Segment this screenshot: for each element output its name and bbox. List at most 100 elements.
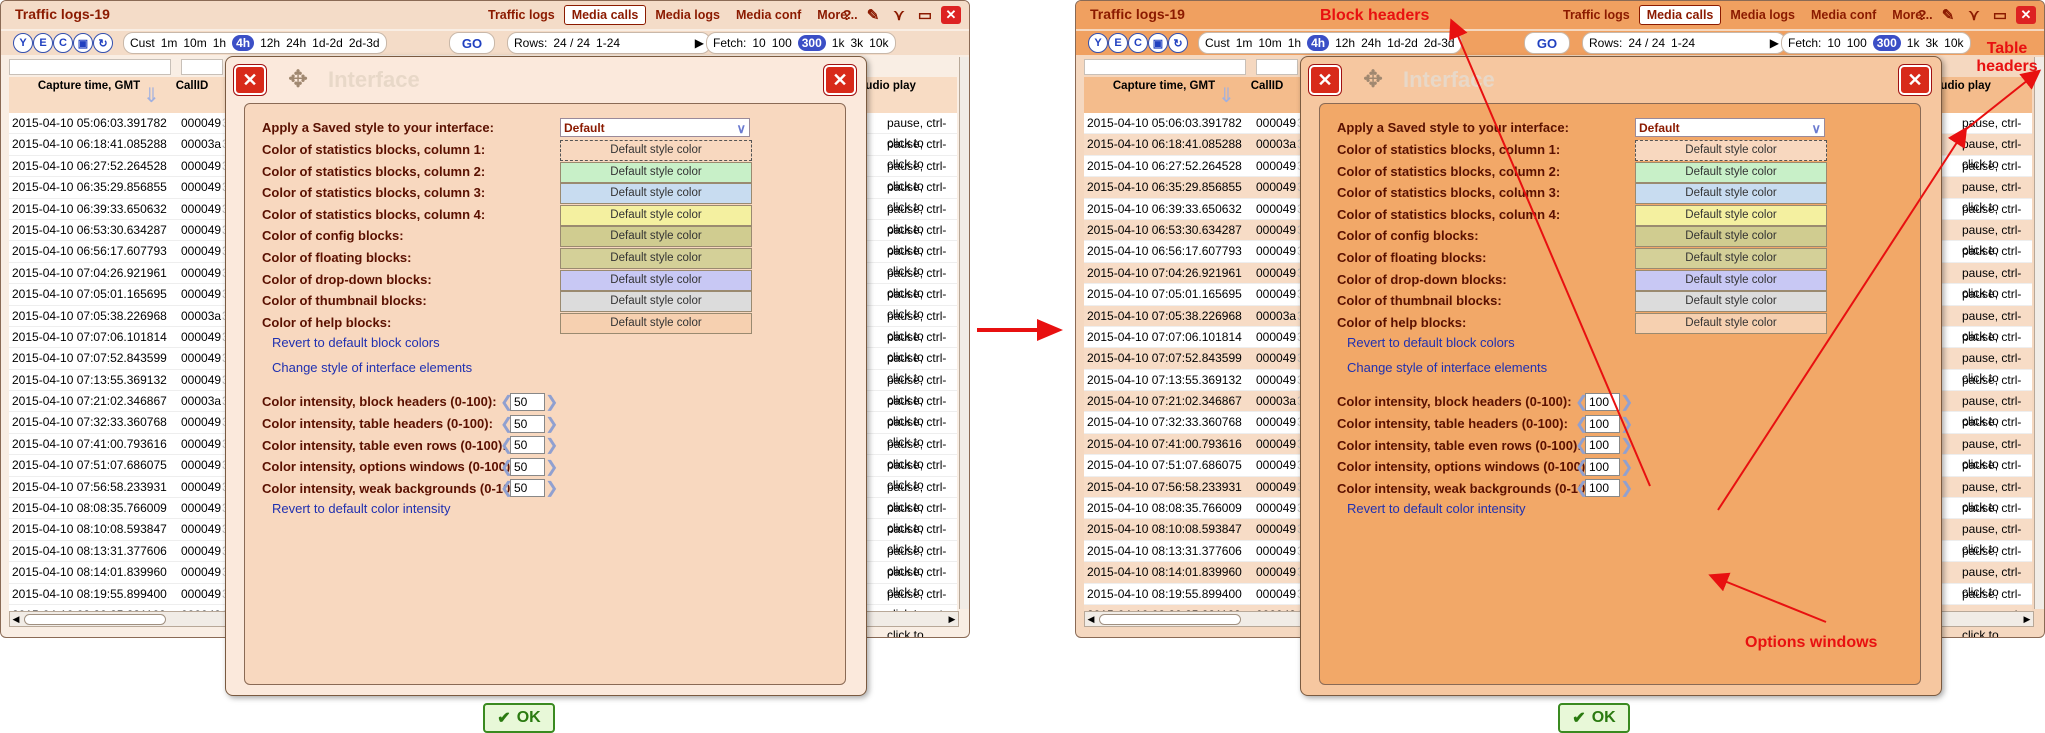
go-button[interactable]: GO bbox=[1524, 32, 1570, 54]
go-button[interactable]: GO bbox=[449, 32, 495, 54]
range-Cust[interactable]: Cust bbox=[130, 36, 155, 50]
revert-block-colors-link[interactable]: Revert to default block colors bbox=[1347, 335, 1515, 350]
tab-media-calls[interactable]: Media calls bbox=[563, 5, 647, 25]
edit-icon[interactable]: ✎ bbox=[863, 6, 883, 24]
intensity-value[interactable]: 50 bbox=[510, 479, 545, 498]
intensity-value[interactable]: 100 bbox=[1585, 457, 1620, 476]
range-1m[interactable]: 1m bbox=[161, 36, 178, 50]
decrement-icon[interactable]: ❮ bbox=[1575, 478, 1588, 498]
decrement-icon[interactable]: ❮ bbox=[500, 414, 513, 434]
color-swatch[interactable]: Default style color bbox=[560, 248, 752, 269]
tab-traffic-logs[interactable]: Traffic logs bbox=[481, 6, 562, 24]
intensity-value[interactable]: 100 bbox=[1585, 392, 1620, 411]
save-icon[interactable]: ▣ bbox=[1148, 33, 1168, 53]
column-filter-input[interactable] bbox=[1084, 59, 1246, 75]
refresh-icon[interactable]: ↻ bbox=[93, 33, 113, 53]
change-style-link[interactable]: Change style of interface elements bbox=[1347, 360, 1547, 375]
tab-traffic-logs[interactable]: Traffic logs bbox=[1556, 6, 1637, 24]
sort-down-icon[interactable]: ⇓ bbox=[1218, 83, 1235, 108]
help-icon[interactable]: ? bbox=[1912, 6, 1932, 24]
intensity-value[interactable]: 100 bbox=[1585, 479, 1620, 498]
ok-button[interactable]: ✔ OK bbox=[1558, 703, 1630, 733]
dialog-close-icon[interactable]: ✕ bbox=[824, 65, 856, 95]
saved-style-select[interactable]: Default ∨ bbox=[1635, 118, 1825, 137]
range-1h[interactable]: 1h bbox=[1288, 36, 1301, 50]
intensity-value[interactable]: 50 bbox=[510, 414, 545, 433]
color-swatch[interactable]: Default style color bbox=[1635, 161, 1827, 183]
color-swatch[interactable]: Default style color bbox=[560, 291, 752, 313]
fetch-3k[interactable]: 3k bbox=[1925, 36, 1938, 50]
range-24h[interactable]: 24h bbox=[1361, 36, 1381, 50]
vertical-scrollbar[interactable] bbox=[959, 57, 969, 609]
move-icon[interactable]: ✥ bbox=[1363, 65, 1383, 94]
increment-icon[interactable]: ❯ bbox=[1620, 414, 1633, 434]
tab-media-conf[interactable]: Media conf bbox=[729, 6, 808, 24]
scroll-thumb[interactable] bbox=[24, 614, 166, 625]
filter-icon[interactable]: Y bbox=[1088, 33, 1108, 53]
increment-icon[interactable]: ❯ bbox=[1620, 457, 1633, 477]
range-10m[interactable]: 10m bbox=[1258, 36, 1281, 50]
maximize-icon[interactable]: ▭ bbox=[1990, 6, 2010, 24]
rows-range[interactable]: 1-24 bbox=[596, 36, 620, 50]
scroll-right-icon[interactable]: ▶ bbox=[946, 612, 958, 626]
range-12h[interactable]: 12h bbox=[1335, 36, 1355, 50]
save-icon[interactable]: ▣ bbox=[73, 33, 93, 53]
move-icon[interactable]: ✥ bbox=[288, 65, 308, 94]
dialog-header[interactable]: ✕ ✥ Interface ✕ bbox=[226, 57, 866, 99]
fetch-100[interactable]: 100 bbox=[1847, 36, 1867, 50]
edit-icon[interactable]: ✎ bbox=[1938, 6, 1958, 24]
decrement-icon[interactable]: ❮ bbox=[1575, 392, 1588, 412]
refresh-icon[interactable]: ↻ bbox=[1168, 33, 1188, 53]
tab-media-calls[interactable]: Media calls bbox=[1638, 5, 1722, 25]
range-1m[interactable]: 1m bbox=[1236, 36, 1253, 50]
color-swatch[interactable]: Default style color bbox=[1635, 204, 1827, 226]
intensity-value[interactable]: 50 bbox=[510, 392, 545, 411]
dialog-close-icon[interactable]: ✕ bbox=[1899, 65, 1931, 95]
color-swatch[interactable]: Default style color bbox=[560, 269, 752, 291]
rows-next-icon[interactable]: ▶ bbox=[1770, 36, 1779, 50]
copy-icon[interactable]: C bbox=[1128, 33, 1148, 53]
intensity-value[interactable]: 50 bbox=[510, 457, 545, 476]
tab-media-logs[interactable]: Media logs bbox=[648, 6, 727, 24]
column-header[interactable]: CallID bbox=[1242, 79, 1292, 93]
intensity-value[interactable]: 100 bbox=[1585, 436, 1620, 455]
decrement-icon[interactable]: ❮ bbox=[1575, 435, 1588, 455]
increment-icon[interactable]: ❯ bbox=[1620, 478, 1633, 498]
decrement-icon[interactable]: ❮ bbox=[500, 478, 513, 498]
decrement-icon[interactable]: ❮ bbox=[500, 392, 513, 412]
range-Cust[interactable]: Cust bbox=[1205, 36, 1230, 50]
scroll-left-icon[interactable]: ◀ bbox=[10, 612, 22, 626]
revert-intensity-link[interactable]: Revert to default color intensity bbox=[1347, 501, 1525, 516]
window-titlebar[interactable]: Traffic logs-19 Traffic logs Media calls Me… bbox=[1, 1, 969, 29]
scroll-thumb[interactable] bbox=[1099, 614, 1241, 625]
intensity-value[interactable]: 50 bbox=[510, 436, 545, 455]
scroll-left-icon[interactable]: ◀ bbox=[1085, 612, 1097, 626]
vertical-scrollbar[interactable] bbox=[2034, 57, 2044, 609]
color-swatch[interactable]: Default style color bbox=[1635, 226, 1827, 248]
saved-style-select[interactable]: Default ∨ bbox=[560, 118, 750, 137]
color-swatch[interactable]: Default style color bbox=[560, 312, 752, 334]
increment-icon[interactable]: ❯ bbox=[545, 414, 558, 434]
color-swatch[interactable]: Default style color bbox=[560, 140, 752, 161]
dialog-close-icon[interactable]: ✕ bbox=[234, 65, 266, 95]
decrement-icon[interactable]: ❮ bbox=[1575, 414, 1588, 434]
dialog-header[interactable]: ✕ ✥ Interface ✕ bbox=[1301, 57, 1941, 99]
change-style-link[interactable]: Change style of interface elements bbox=[272, 360, 472, 375]
help-icon[interactable]: ? bbox=[837, 6, 857, 24]
close-icon[interactable]: ✕ bbox=[941, 6, 961, 24]
collapse-icon[interactable]: ⋎ bbox=[1964, 6, 1984, 24]
close-icon[interactable]: ✕ bbox=[2016, 6, 2036, 24]
range-1d-2d[interactable]: 1d-2d bbox=[1387, 36, 1418, 50]
rows-range[interactable]: 1-24 bbox=[1671, 36, 1695, 50]
color-swatch[interactable]: Default style color bbox=[560, 161, 752, 183]
range-4h[interactable]: 4h bbox=[232, 35, 255, 51]
color-swatch[interactable]: Default style color bbox=[560, 204, 752, 226]
fetch-100[interactable]: 100 bbox=[772, 36, 792, 50]
color-swatch[interactable]: Default style color bbox=[1635, 140, 1827, 161]
increment-icon[interactable]: ❯ bbox=[545, 478, 558, 498]
increment-icon[interactable]: ❯ bbox=[545, 392, 558, 412]
copy-icon[interactable]: C bbox=[53, 33, 73, 53]
collapse-icon[interactable]: ⋎ bbox=[889, 6, 909, 24]
fetch-10k[interactable]: 10k bbox=[1944, 36, 1963, 50]
filter-icon[interactable]: Y bbox=[13, 33, 33, 53]
